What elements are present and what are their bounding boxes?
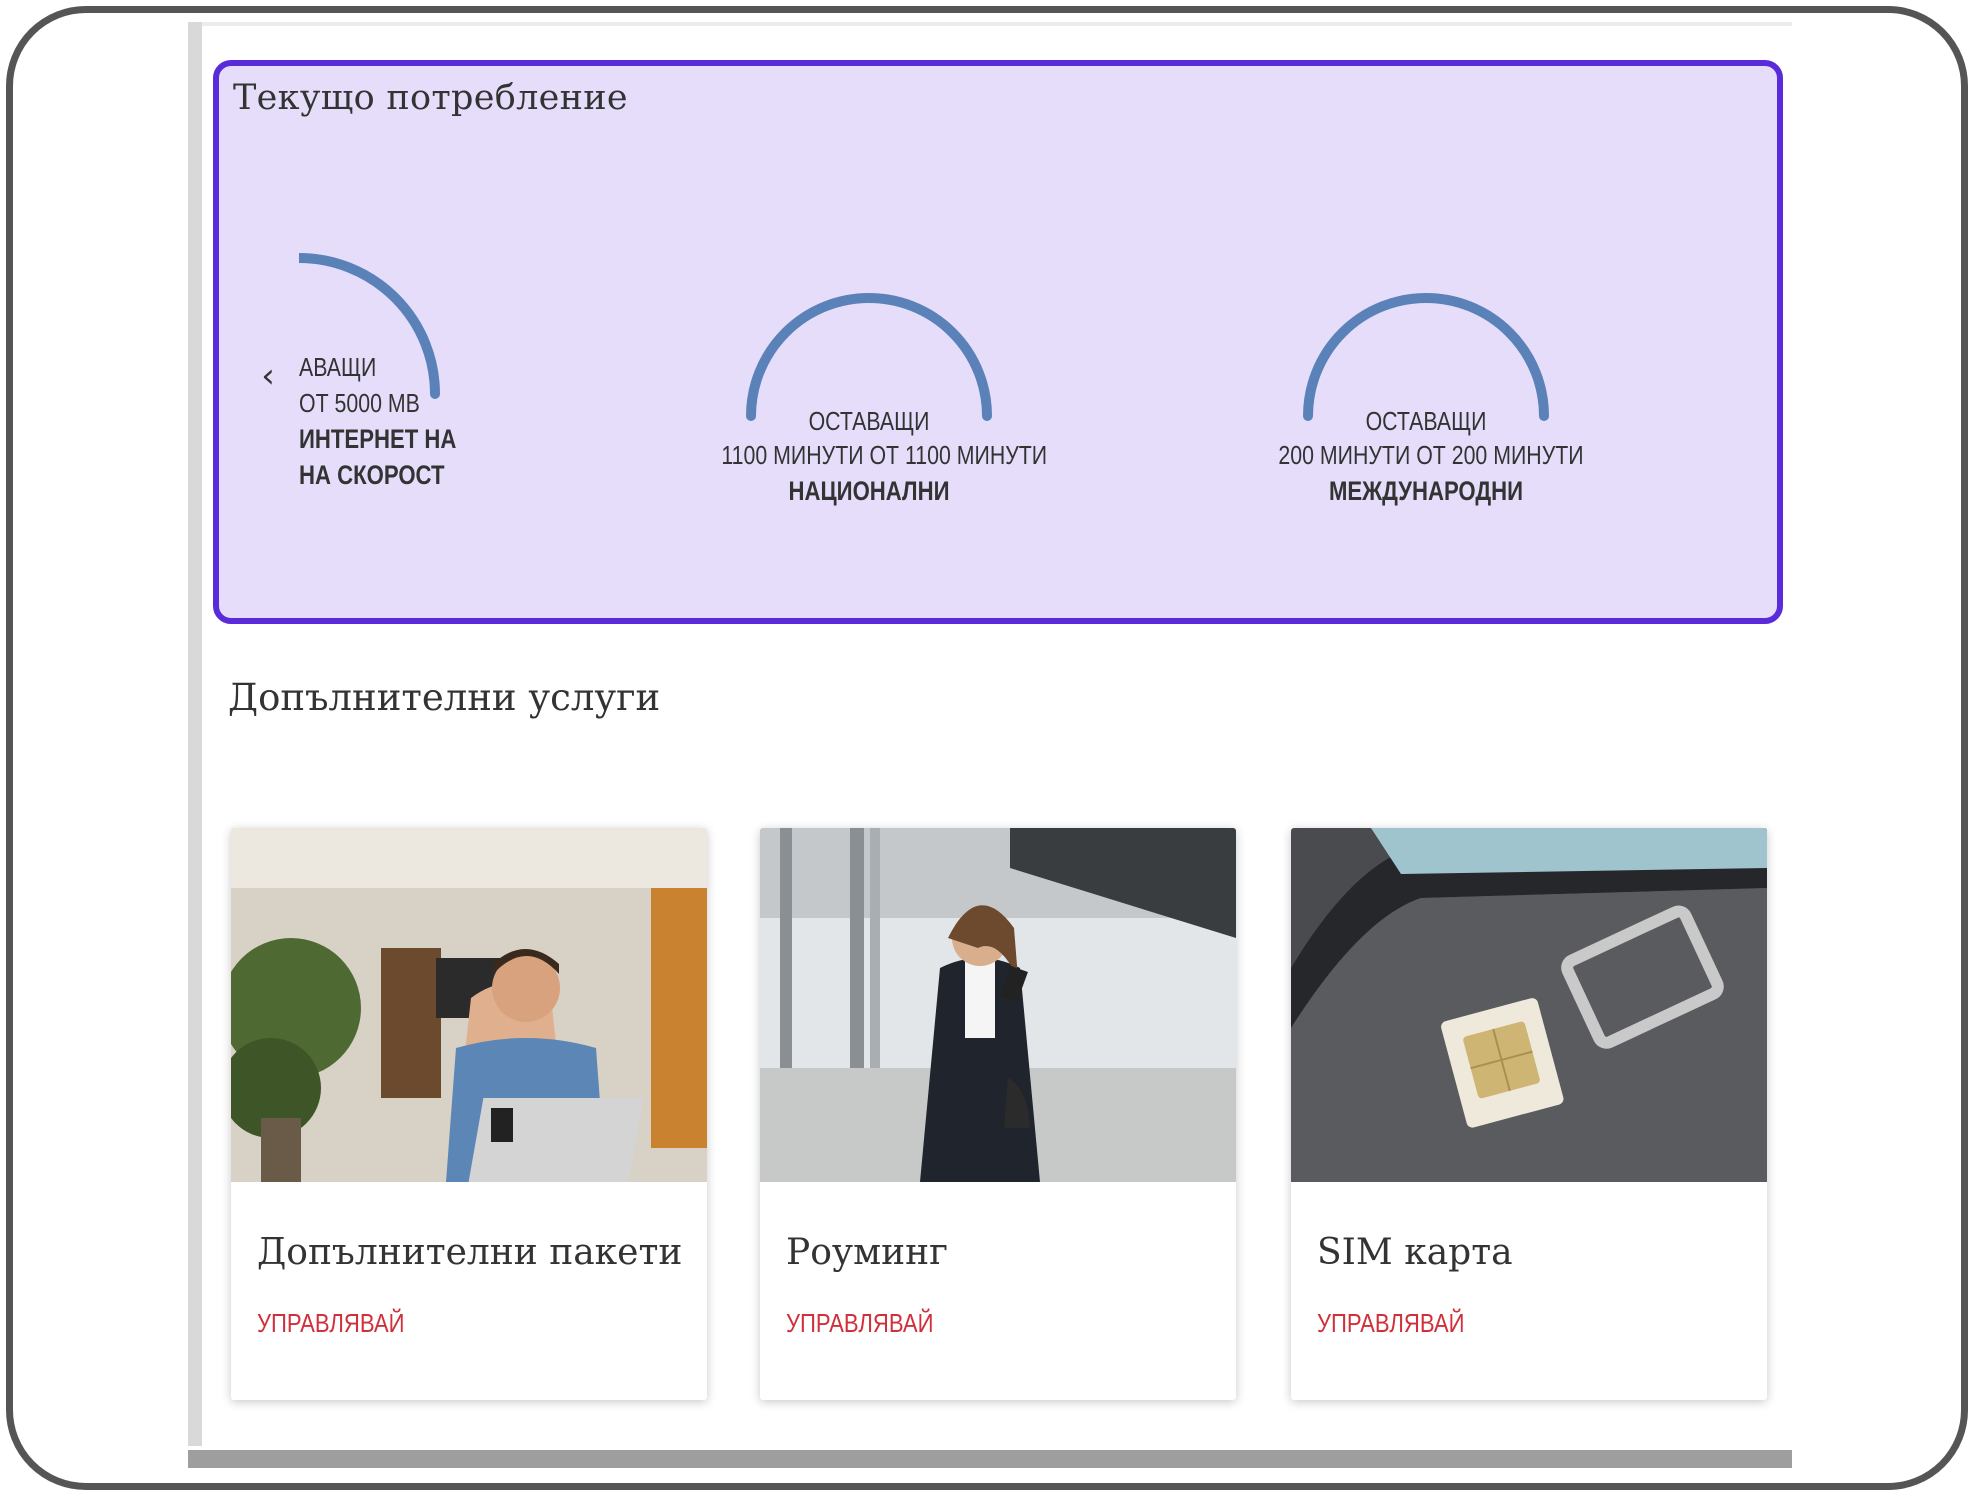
gauge-international-amount: 200 МИНУТИ ОТ 200 МИНУТИ (1278, 440, 1584, 470)
roaming-manage-link[interactable]: УПРАВЛЯВАЙ (786, 1308, 934, 1339)
sim-title: SIM карта (1317, 1232, 1513, 1273)
roaming-image (760, 828, 1236, 1182)
top-divider (202, 22, 1792, 26)
usage-title: Текущо потребление (233, 78, 628, 118)
gauge-international-arc (1303, 293, 1549, 421)
gauge-international-remaining: ОСТАВАЩИ (1365, 406, 1487, 436)
gauge-internet: АВАЩИ ОТ 5000 MB ИНТЕРНЕТ НА НА СКОРОСТ (299, 244, 599, 564)
gauge-internet-amount: ОТ 5000 MB (299, 388, 420, 418)
services-title: Допълнителни услуги (228, 676, 661, 719)
service-card-roaming[interactable]: Роуминг УПРАВЛЯВАЙ (760, 828, 1236, 1400)
packages-manage-link[interactable]: УПРАВЛЯВАЙ (257, 1308, 405, 1339)
sim-manage-link[interactable]: УПРАВЛЯВАЙ (1317, 1308, 1465, 1339)
gauge-international: ОСТАВАЩИ 200 МИНУТИ ОТ 200 МИНУТИ МЕЖДУН… (1246, 274, 1606, 514)
gauge-national-arc (746, 293, 992, 421)
current-usage-panel: Текущо потребление ‹ АВАЩИ ОТ 5000 MB ИН… (213, 60, 1783, 624)
packages-title: Допълнителни пакети (257, 1232, 683, 1273)
gauge-national-name: НАЦИОНАЛНИ (788, 476, 950, 506)
gauge-internet-name-1: ИНТЕРНЕТ НА (299, 424, 457, 454)
packages-image (231, 828, 707, 1182)
service-card-sim[interactable]: SIM карта УПРАВЛЯВАЙ (1291, 828, 1767, 1400)
service-card-packages[interactable]: Допълнителни пакети УПРАВЛЯВАЙ (231, 828, 707, 1400)
left-divider (188, 22, 202, 1446)
gauge-national-remaining: ОСТАВАЩИ (808, 406, 930, 436)
carousel-prev-icon[interactable]: ‹ (253, 356, 283, 396)
gauge-internet-remaining: АВАЩИ (299, 352, 377, 382)
gauge-national: ОСТАВАЩИ 1100 МИНУТИ ОТ 1100 МИНУТИ НАЦИ… (689, 274, 1049, 514)
gauge-international-name: МЕЖДУНАРОДНИ (1328, 476, 1524, 506)
sim-card-image (1291, 828, 1767, 1182)
gauge-internet-name-2: НА СКОРОСТ (299, 460, 445, 490)
gauge-national-amount: 1100 МИНУТИ ОТ 1100 МИНУТИ (721, 440, 1048, 470)
roaming-title: Роуминг (786, 1232, 948, 1273)
bottom-scrollbar[interactable] (188, 1450, 1792, 1468)
